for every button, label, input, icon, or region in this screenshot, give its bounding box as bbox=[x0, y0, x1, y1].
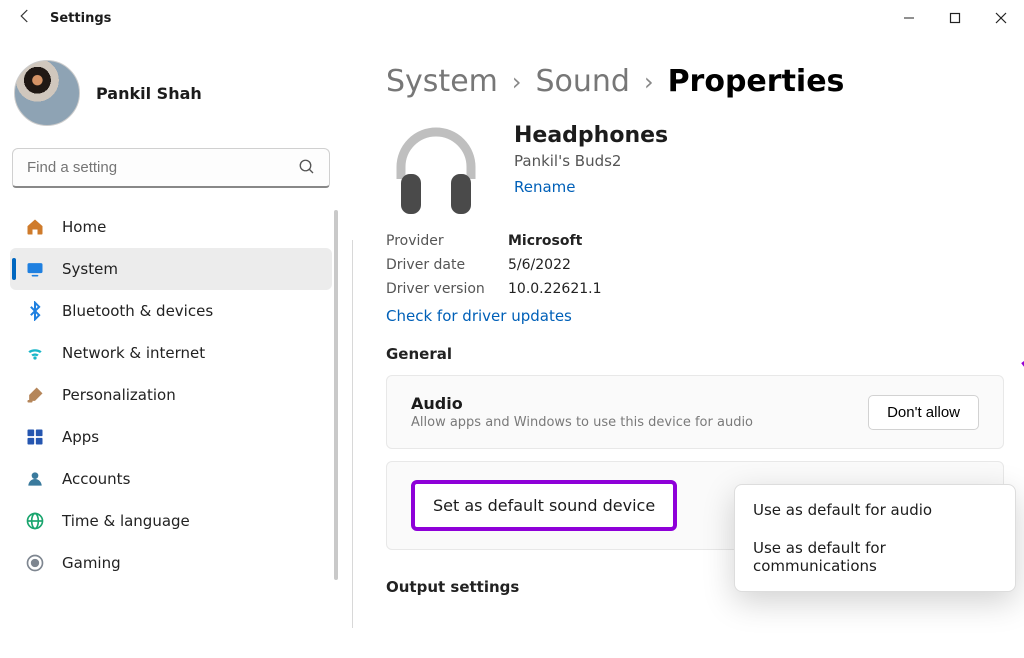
rename-link[interactable]: Rename bbox=[514, 178, 668, 196]
nav-label: Bluetooth & devices bbox=[62, 302, 213, 320]
nav-label: Apps bbox=[62, 428, 99, 446]
audio-card: Audio Allow apps and Windows to use this… bbox=[386, 375, 1004, 449]
driver-version-value: 10.0.22621.1 bbox=[508, 277, 602, 301]
audio-subtitle: Allow apps and Windows to use this devic… bbox=[411, 415, 868, 430]
crumb-sound[interactable]: Sound bbox=[535, 64, 629, 99]
vertical-divider bbox=[352, 240, 353, 628]
driver-version-label: Driver version bbox=[386, 277, 486, 301]
system-icon bbox=[24, 258, 46, 280]
nav-accounts[interactable]: Accounts bbox=[10, 458, 332, 500]
nav-bluetooth[interactable]: Bluetooth & devices bbox=[10, 290, 332, 332]
minimize-button[interactable] bbox=[886, 0, 932, 36]
provider-value: Microsoft bbox=[508, 229, 582, 253]
apps-icon bbox=[24, 426, 46, 448]
dont-allow-button[interactable]: Don't allow bbox=[868, 395, 979, 430]
audio-title: Audio bbox=[411, 394, 868, 413]
search-icon bbox=[298, 158, 316, 180]
maximize-button[interactable] bbox=[932, 0, 978, 36]
back-icon[interactable] bbox=[16, 7, 44, 29]
nav-label: Time & language bbox=[62, 512, 190, 530]
bluetooth-icon bbox=[24, 300, 46, 322]
headphones-icon bbox=[386, 119, 486, 219]
nav-personalization[interactable]: Personalization bbox=[10, 374, 332, 416]
globe-icon bbox=[24, 510, 46, 532]
chevron-right-icon: › bbox=[512, 68, 522, 96]
device-header: Headphones Pankil's Buds2 Rename bbox=[386, 119, 1004, 219]
driver-date-label: Driver date bbox=[386, 253, 486, 277]
device-title: Headphones bbox=[514, 123, 668, 148]
window-controls bbox=[886, 0, 1024, 36]
close-button[interactable] bbox=[978, 0, 1024, 36]
nav-label: System bbox=[62, 260, 118, 278]
nav-system[interactable]: System bbox=[10, 248, 332, 290]
device-meta: Provider Microsoft Driver date 5/6/2022 Dr… bbox=[386, 229, 1004, 301]
breadcrumb: System › Sound › Properties bbox=[386, 64, 1004, 99]
app-title: Settings bbox=[50, 11, 111, 26]
dropdown-default-communications[interactable]: Use as default for communications bbox=[741, 529, 1009, 585]
crumb-current: Properties bbox=[668, 64, 845, 99]
nav: Home System Bluetooth & devices Network … bbox=[10, 206, 332, 584]
nav-label: Gaming bbox=[62, 554, 121, 572]
nav-time[interactable]: Time & language bbox=[10, 500, 332, 542]
nav-label: Accounts bbox=[62, 470, 130, 488]
brush-icon bbox=[24, 384, 46, 406]
device-subtitle: Pankil's Buds2 bbox=[514, 152, 668, 170]
avatar bbox=[14, 60, 80, 126]
nav-label: Network & internet bbox=[62, 344, 205, 362]
nav-home[interactable]: Home bbox=[10, 206, 332, 248]
home-icon bbox=[24, 216, 46, 238]
check-updates-link[interactable]: Check for driver updates bbox=[386, 307, 1004, 325]
sidebar: Pankil Shah Home System Bluetooth & devi… bbox=[0, 36, 340, 658]
chevron-right-icon: › bbox=[644, 68, 654, 96]
driver-date-value: 5/6/2022 bbox=[508, 253, 571, 277]
profile-block[interactable]: Pankil Shah bbox=[10, 50, 332, 148]
search-input[interactable] bbox=[12, 148, 330, 188]
profile-name: Pankil Shah bbox=[96, 84, 202, 103]
nav-label: Home bbox=[62, 218, 106, 236]
search-wrap bbox=[12, 148, 330, 188]
wifi-icon bbox=[24, 342, 46, 364]
default-device-dropdown: Use as default for audio Use as default … bbox=[734, 484, 1016, 592]
nav-apps[interactable]: Apps bbox=[10, 416, 332, 458]
dropdown-default-audio[interactable]: Use as default for audio bbox=[741, 491, 1009, 529]
general-section-title: General bbox=[386, 345, 1004, 363]
nav-gaming[interactable]: Gaming bbox=[10, 542, 332, 584]
crumb-system[interactable]: System bbox=[386, 64, 498, 99]
title-bar: Settings bbox=[0, 0, 1024, 36]
gaming-icon bbox=[24, 552, 46, 574]
accounts-icon bbox=[24, 468, 46, 490]
set-default-button[interactable]: Set as default sound device bbox=[411, 480, 677, 531]
provider-label: Provider bbox=[386, 229, 486, 253]
nav-label: Personalization bbox=[62, 386, 176, 404]
nav-network[interactable]: Network & internet bbox=[10, 332, 332, 374]
main-content: System › Sound › Properties Headphones P… bbox=[344, 36, 1024, 658]
